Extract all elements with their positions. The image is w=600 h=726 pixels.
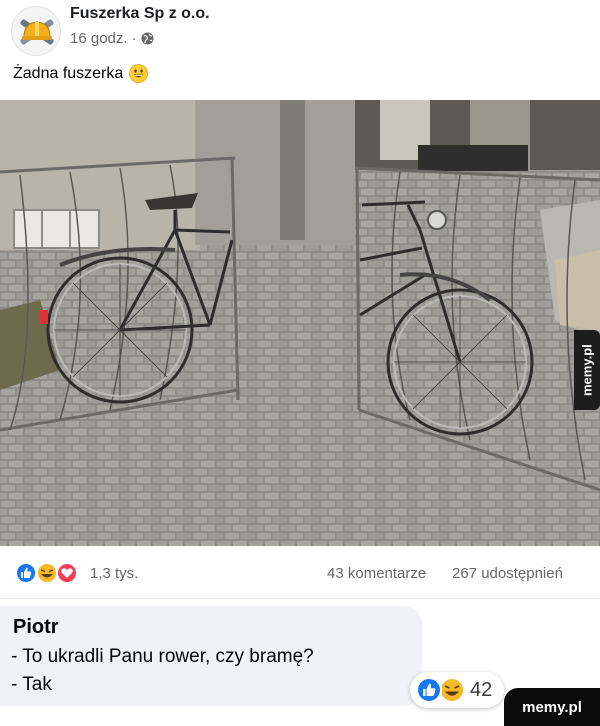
- post-header: Fuszerka Sp z o.o. 16 godz. ·: [0, 0, 600, 60]
- grinning-face-emoji: [129, 64, 149, 83]
- page-avatar[interactable]: [11, 6, 61, 56]
- comments-count[interactable]: 43 komentarze: [327, 565, 426, 582]
- post-text-content: Żadna fuszerka: [13, 64, 124, 82]
- globe-icon: [141, 32, 154, 45]
- reaction-count[interactable]: 1,3 tys.: [90, 565, 138, 582]
- divider: [0, 598, 600, 599]
- haha-icon: [36, 562, 58, 584]
- reactions-bar: 1,3 tys. 43 komentarze 267 udostępnień: [0, 556, 600, 590]
- comment-text-line-2: - Tak: [11, 674, 52, 695]
- post-text: Żadna fuszerka: [13, 64, 149, 83]
- comment-bubble: Piotr - To ukradli Panu rower, czy bramę…: [0, 606, 422, 706]
- hammer-wrench-helmet-logo: [20, 19, 54, 45]
- like-icon: [416, 677, 442, 703]
- comment-author[interactable]: Piotr: [13, 616, 59, 639]
- comment-reaction-count: 42: [470, 679, 493, 701]
- post-meta: 16 godz. ·: [70, 30, 154, 47]
- post-photo[interactable]: [0, 100, 600, 546]
- memy-watermark-corner: memy.pl: [504, 688, 600, 726]
- comment-reactions[interactable]: 42: [410, 672, 504, 708]
- meta-separator: ·: [131, 30, 137, 47]
- shares-count[interactable]: 267 udostępnień: [452, 565, 563, 582]
- post-time[interactable]: 16 godz.: [70, 30, 128, 47]
- comment-text-line-1: - To ukradli Panu rower, czy bramę?: [11, 646, 314, 667]
- bicycle-gate-photo: [0, 100, 600, 546]
- haha-icon: [439, 677, 465, 703]
- reaction-icons[interactable]: [14, 562, 84, 584]
- memy-watermark-side: memy.pl: [574, 330, 600, 410]
- love-icon: [56, 562, 78, 584]
- page-name[interactable]: Fuszerka Sp z o.o.: [70, 5, 210, 23]
- like-icon: [15, 562, 37, 584]
